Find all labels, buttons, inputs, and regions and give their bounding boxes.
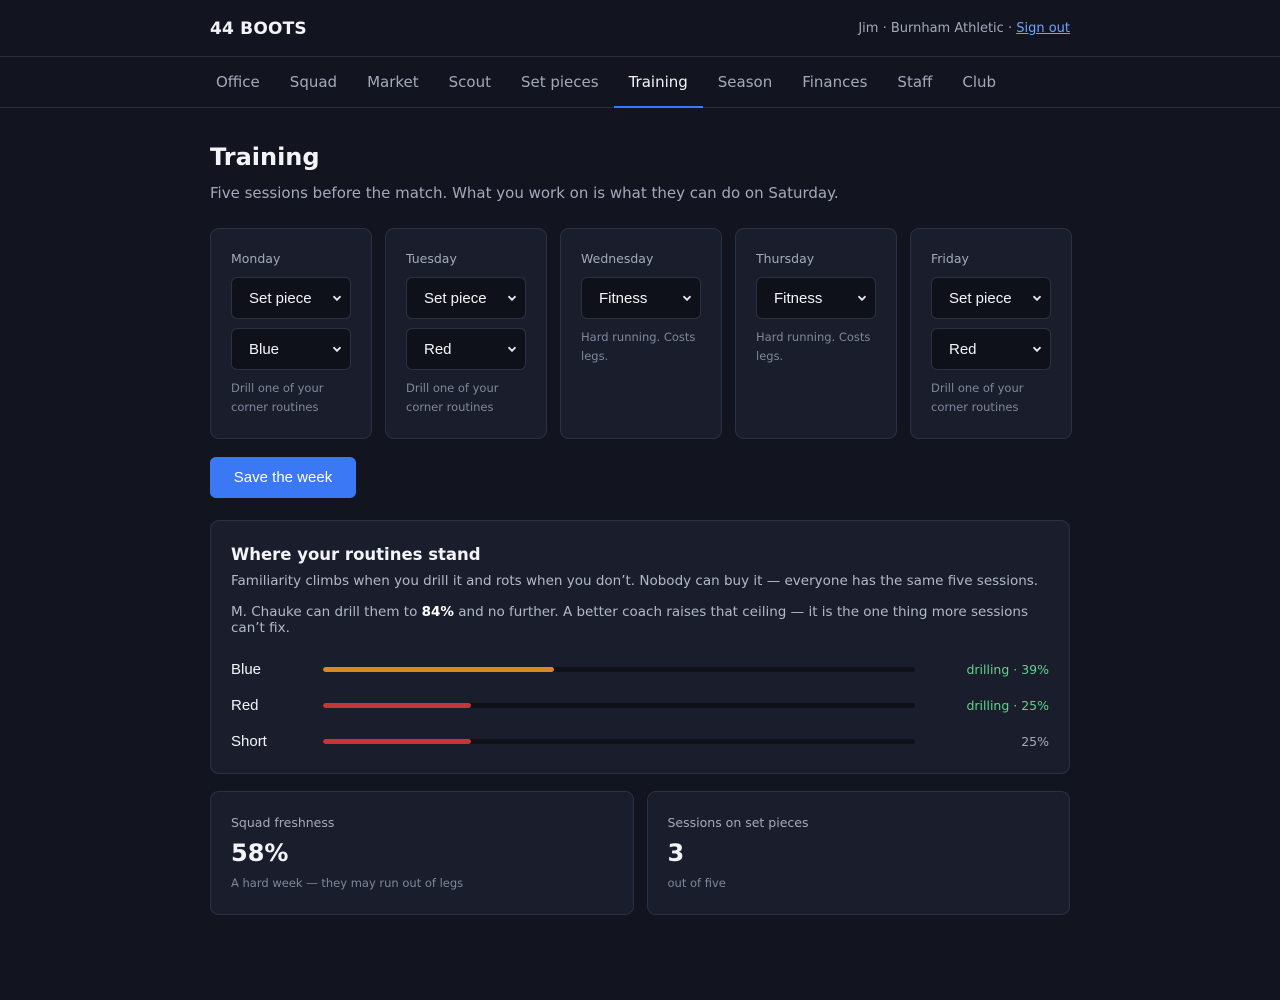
session-select[interactable]: Set piece [406,277,526,319]
stat-note: out of five [667,876,726,890]
day-name: Monday [231,251,281,266]
day-card-thursday: Thursday Fitness Hard running. Costs leg… [735,228,897,439]
day-note: Drill one of your corner routines [231,381,324,414]
routine-name: Short [231,732,267,750]
routine-select-value: Red [424,340,452,358]
routine-select-value: Red [949,340,977,358]
session-select-value: Set piece [249,289,312,307]
stat-card-set-piece-sessions: Sessions on set pieces 3 out of five [646,791,1070,915]
routine-select-value: Blue [249,340,280,358]
stats-row: Squad freshness 58% A hard week — they m… [210,791,1070,915]
session-select-value: Set piece [424,289,487,307]
tab-set-pieces[interactable]: Set pieces [506,57,614,108]
familiarity-bar [323,702,471,708]
day-name: Thursday [756,251,815,266]
session-select-value: Fitness [774,289,823,307]
day-card-friday: Friday Set piece Red Drill one of your c… [910,228,1072,439]
main-nav: Office Squad Market Scout Set pieces Tra… [0,57,1280,108]
chevron-down-icon [332,295,342,302]
routine-status: 25% [1021,733,1049,749]
tab-finances[interactable]: Finances [787,57,882,108]
chevron-down-icon [507,295,517,302]
tab-scout[interactable]: Scout [434,57,506,108]
session-select[interactable]: Set piece [931,277,1051,319]
routines-title: Where your routines stand [231,545,481,564]
routine-row-short: Short 25% [231,723,1049,759]
session-select[interactable]: Fitness [581,277,701,319]
day-note: Hard running. Costs legs. [581,330,696,363]
save-week-button[interactable]: Save the week [210,457,356,498]
chevron-down-icon [507,346,517,353]
chevron-down-icon [332,346,342,353]
stat-label: Squad freshness [231,815,335,830]
tab-season[interactable]: Season [703,57,787,108]
session-select-value: Set piece [949,289,1012,307]
day-note: Drill one of your corner routines [931,381,1024,414]
brand-logo[interactable]: 44 BOOTS [210,19,307,39]
routine-row-blue: Blue drilling · 39% [231,651,1049,687]
familiarity-bar [323,738,471,744]
session-select[interactable]: Fitness [756,277,876,319]
routine-status: drilling · 25% [966,697,1049,713]
chevron-down-icon [682,295,692,302]
routine-name: Blue [231,660,262,678]
coach-ceiling-text: M. Chauke can drill them to 84% and no f… [231,604,1049,636]
day-name: Tuesday [406,251,457,266]
stat-note: A hard week — they may run out of legs [231,876,464,890]
familiarity-track [323,738,915,744]
day-name: Friday [931,251,969,266]
day-note: Hard running. Costs legs. [756,330,871,363]
stat-label: Sessions on set pieces [667,815,809,830]
page-subtitle: Five sessions before the match. What you… [210,184,839,202]
day-card-tuesday: Tuesday Set piece Red Drill one of your … [385,228,547,439]
familiarity-track [323,666,915,672]
session-select-value: Fitness [599,289,648,307]
coach-ceiling-value: 84% [421,604,454,620]
main-content: Training Five sessions before the match.… [210,108,1072,915]
stat-card-freshness: Squad freshness 58% A hard week — they m… [210,791,634,915]
tab-office[interactable]: Office [210,57,275,108]
routine-status: drilling · 39% [966,661,1049,677]
stat-value: 58% [231,839,289,867]
sign-out-link[interactable]: Sign out [1016,21,1070,36]
day-card-wednesday: Wednesday Fitness Hard running. Costs le… [560,228,722,439]
account-info: Jim · Burnham Athletic · Sign out [858,21,1070,36]
session-select[interactable]: Set piece [231,277,351,319]
familiarity-track [323,702,915,708]
account-label: Jim · Burnham Athletic · [858,21,1017,36]
tab-club[interactable]: Club [947,57,1011,108]
top-bar: 44 BOOTS Jim · Burnham Athletic · Sign o… [0,0,1280,57]
routine-row-red: Red drilling · 25% [231,687,1049,723]
coach-text-start: M. Chauke can drill them to [231,604,422,620]
routine-select[interactable]: Red [931,328,1051,370]
tab-squad[interactable]: Squad [275,57,352,108]
tab-market[interactable]: Market [352,57,434,108]
routines-intro: Familiarity climbs when you drill it and… [231,573,1039,589]
routine-name: Red [231,696,259,714]
page-title: Training [210,143,320,171]
day-name: Wednesday [581,251,654,266]
routines-panel: Where your routines stand Familiarity cl… [210,520,1070,774]
chevron-down-icon [1032,295,1042,302]
day-note: Drill one of your corner routines [406,381,499,414]
routine-select[interactable]: Red [406,328,526,370]
stat-value: 3 [667,839,685,867]
tab-staff[interactable]: Staff [882,57,947,108]
tab-training[interactable]: Training [613,57,703,108]
familiarity-bar [323,666,554,672]
chevron-down-icon [857,295,867,302]
routine-select[interactable]: Blue [231,328,351,370]
day-card-monday: Monday Set piece Blue Drill one of your … [210,228,372,439]
week-schedule: Monday Set piece Blue Drill one of your … [210,228,1072,439]
chevron-down-icon [1032,346,1042,353]
